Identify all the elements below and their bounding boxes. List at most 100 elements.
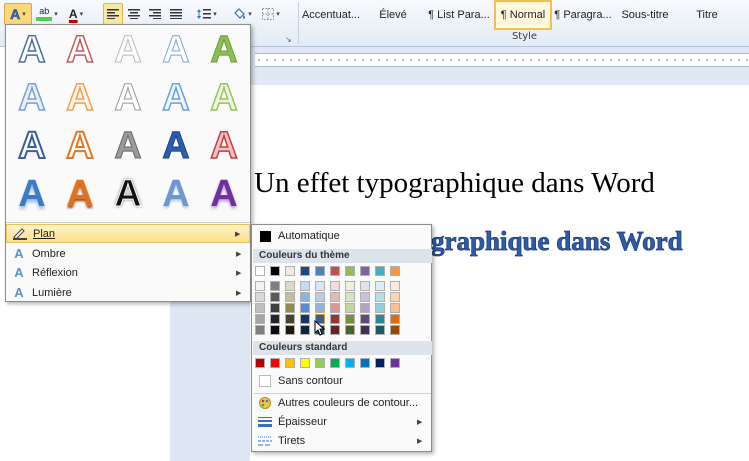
theme-color-swatch[interactable]	[285, 266, 295, 276]
text-effect-option[interactable]: A	[200, 122, 248, 170]
justify-button[interactable]	[166, 3, 186, 25]
theme-shade-swatch[interactable]	[315, 281, 325, 291]
theme-shade-swatch[interactable]	[390, 303, 400, 313]
theme-shade-swatch[interactable]	[375, 325, 385, 335]
theme-color-swatch[interactable]	[360, 266, 370, 276]
document-text-line-2-outlined[interactable]: graphique dans Word	[431, 226, 683, 257]
theme-shade-swatch[interactable]	[285, 281, 295, 291]
theme-shade-swatch[interactable]	[330, 325, 340, 335]
font-color-button[interactable]: A ▾	[62, 3, 90, 25]
theme-shade-swatch[interactable]	[285, 292, 295, 302]
horizontal-ruler[interactable]	[255, 53, 749, 67]
theme-shade-swatch[interactable]	[300, 303, 310, 313]
theme-shade-swatch[interactable]	[255, 292, 265, 302]
text-effect-option[interactable]: A	[8, 26, 56, 74]
theme-color-swatch[interactable]	[375, 266, 385, 276]
theme-shade-swatch[interactable]	[330, 281, 340, 291]
theme-shade-swatch[interactable]	[315, 303, 325, 313]
document-text-line-1[interactable]: Un effet typographique dans Word	[254, 167, 655, 200]
menu-item-outline[interactable]: Plan ▶	[6, 224, 250, 243]
theme-color-swatch[interactable]	[255, 266, 265, 276]
text-effect-option[interactable]: A	[8, 122, 56, 170]
paragraph-dialog-launcher-icon[interactable]: ↘	[285, 35, 292, 44]
align-center-button[interactable]	[124, 3, 144, 25]
theme-shade-swatch[interactable]	[360, 292, 370, 302]
theme-shade-swatch[interactable]	[390, 281, 400, 291]
theme-shade-swatch[interactable]	[375, 314, 385, 324]
standard-color-swatch[interactable]	[375, 358, 385, 368]
text-effect-option[interactable]: A	[8, 170, 56, 218]
text-effect-option[interactable]: A	[152, 74, 200, 122]
theme-color-swatch[interactable]	[345, 266, 355, 276]
text-effect-option[interactable]: A	[104, 170, 152, 218]
style-item[interactable]: Sous-titre	[614, 0, 676, 30]
text-effect-option[interactable]: A	[8, 74, 56, 122]
theme-shade-swatch[interactable]	[360, 325, 370, 335]
theme-color-swatch[interactable]	[300, 266, 310, 276]
standard-color-swatch[interactable]	[390, 358, 400, 368]
style-item[interactable]: ¶ List Para...	[424, 0, 494, 30]
theme-shade-swatch[interactable]	[360, 303, 370, 313]
line-spacing-button[interactable]: ▾	[194, 3, 220, 25]
theme-shade-swatch[interactable]	[315, 292, 325, 302]
text-effect-option[interactable]: A	[200, 170, 248, 218]
theme-shade-swatch[interactable]	[285, 325, 295, 335]
theme-shade-swatch[interactable]	[390, 325, 400, 335]
theme-shade-swatch[interactable]	[375, 303, 385, 313]
theme-shade-swatch[interactable]	[345, 314, 355, 324]
more-outline-colors-option[interactable]: Autres couleurs de contour...	[252, 393, 431, 413]
outline-weight-option[interactable]: Épaisseur ▶	[252, 412, 431, 432]
theme-shade-swatch[interactable]	[390, 292, 400, 302]
no-outline-option[interactable]: Sans contour	[252, 371, 431, 391]
text-effect-option[interactable]: A	[56, 170, 104, 218]
theme-shade-swatch[interactable]	[330, 292, 340, 302]
theme-shade-swatch[interactable]	[345, 303, 355, 313]
text-effect-option[interactable]: A	[104, 122, 152, 170]
outline-dashes-option[interactable]: Tirets ▶	[252, 431, 431, 451]
theme-shade-swatch[interactable]	[270, 314, 280, 324]
borders-button[interactable]: ▾	[258, 3, 284, 25]
text-effect-option[interactable]: A	[104, 74, 152, 122]
theme-color-swatch[interactable]	[330, 266, 340, 276]
theme-shade-swatch[interactable]	[330, 303, 340, 313]
theme-shade-swatch[interactable]	[330, 314, 340, 324]
style-item[interactable]: Titre	[676, 0, 738, 30]
text-effect-option[interactable]: A	[104, 26, 152, 74]
text-effect-option[interactable]: A	[152, 26, 200, 74]
standard-color-swatch[interactable]	[330, 358, 340, 368]
theme-shade-swatch[interactable]	[300, 281, 310, 291]
align-left-button[interactable]	[103, 3, 123, 25]
menu-item-glow[interactable]: A Lumière ▶	[6, 283, 250, 302]
theme-shade-swatch[interactable]	[390, 314, 400, 324]
standard-color-swatch[interactable]	[300, 358, 310, 368]
standard-color-swatch[interactable]	[360, 358, 370, 368]
theme-shade-swatch[interactable]	[300, 292, 310, 302]
theme-shade-swatch[interactable]	[300, 325, 310, 335]
style-item[interactable]: ¶ Normal	[494, 0, 552, 30]
text-effect-option[interactable]: A	[56, 26, 104, 74]
theme-shade-swatch[interactable]	[375, 292, 385, 302]
text-effect-option[interactable]: A	[56, 122, 104, 170]
theme-shade-swatch[interactable]	[285, 314, 295, 324]
theme-shade-swatch[interactable]	[270, 303, 280, 313]
highlight-color-button[interactable]: ab ▾	[33, 3, 61, 25]
theme-shade-swatch[interactable]	[360, 314, 370, 324]
standard-color-swatch[interactable]	[270, 358, 280, 368]
theme-shade-swatch[interactable]	[375, 281, 385, 291]
standard-color-swatch[interactable]	[255, 358, 265, 368]
style-item[interactable]: Élevé	[362, 0, 424, 30]
theme-shade-swatch[interactable]	[360, 281, 370, 291]
theme-shade-swatch[interactable]	[255, 281, 265, 291]
theme-shade-swatch[interactable]	[270, 325, 280, 335]
text-effect-option[interactable]: A	[152, 122, 200, 170]
text-effect-option[interactable]: A	[56, 74, 104, 122]
text-effects-button[interactable]: A ▾	[4, 3, 32, 25]
theme-shade-swatch[interactable]	[255, 314, 265, 324]
theme-shade-swatch[interactable]	[270, 292, 280, 302]
text-effect-option[interactable]: A	[200, 26, 248, 74]
theme-shade-swatch[interactable]	[345, 325, 355, 335]
theme-shade-swatch[interactable]	[270, 281, 280, 291]
shading-button[interactable]: ▾	[229, 3, 255, 25]
text-effect-option[interactable]: A	[152, 170, 200, 218]
align-right-button[interactable]	[145, 3, 165, 25]
